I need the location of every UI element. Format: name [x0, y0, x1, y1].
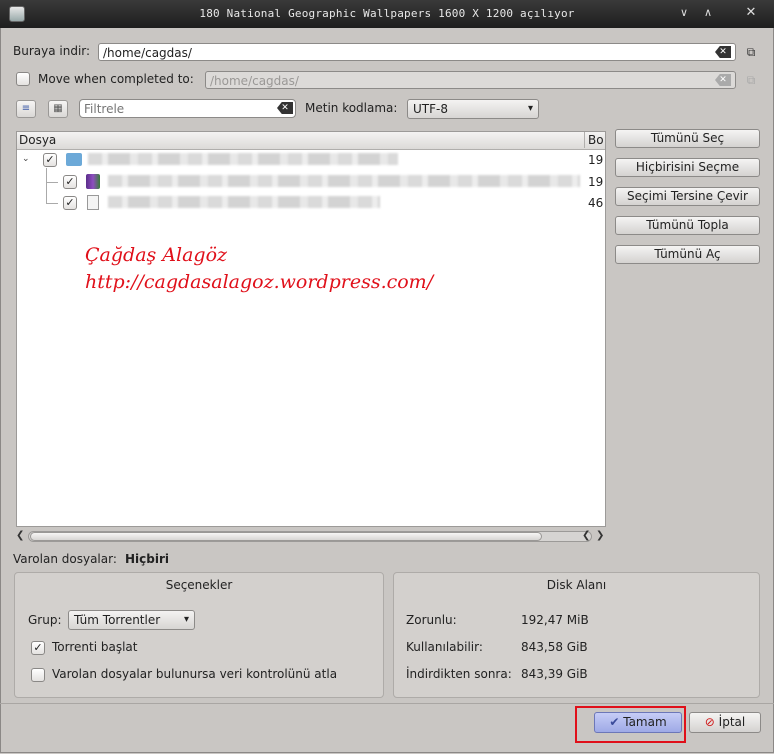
tree-line: [46, 168, 47, 204]
folder-icon: [66, 153, 82, 166]
cancel-label: İptal: [718, 715, 746, 729]
row-name-redacted: [108, 196, 380, 208]
column-header-size[interactable]: Bo: [588, 133, 604, 147]
after-download-label: İndirdikten sonra:: [406, 667, 512, 681]
group-value: Tüm Torrentler: [74, 613, 161, 627]
close-icon[interactable]: ✕: [743, 6, 759, 20]
move-checkbox[interactable]: [16, 72, 30, 86]
group-select[interactable]: Tüm Torrentler ▾: [68, 610, 195, 630]
scrollbar-thumb[interactable]: [30, 532, 542, 541]
existing-files-value: Hiçbiri: [125, 552, 170, 566]
row-size: 19: [588, 153, 604, 167]
details-view-icon[interactable]: ▦: [48, 100, 68, 118]
row-checkbox[interactable]: ✓: [43, 153, 57, 167]
archive-icon: [86, 174, 100, 189]
required-label: Zorunlu:: [406, 613, 457, 627]
expander-icon[interactable]: ⌄: [22, 154, 30, 164]
horizontal-scrollbar[interactable]: ❮ ❮ ❯: [16, 529, 606, 544]
column-header-file[interactable]: Dosya: [19, 133, 56, 147]
required-value: 192,47 MiB: [521, 613, 589, 627]
scroll-right-icon[interactable]: ❯: [596, 530, 604, 541]
watermark-name: Çağdaş Alagöz: [85, 244, 228, 266]
tree-line: [46, 203, 58, 204]
separator: [0, 703, 774, 704]
disk-title: Disk Alanı: [546, 578, 607, 592]
window-title: 180 National Geographic Wallpapers 1600 …: [199, 7, 575, 20]
options-title: Seçenekler: [165, 578, 233, 592]
row-checkbox[interactable]: ✓: [63, 175, 77, 189]
filter-input[interactable]: [79, 99, 296, 118]
existing-files-label: Varolan dosyalar:: [13, 552, 117, 566]
invert-selection-button[interactable]: Seçimi Tersine Çevir: [615, 187, 760, 206]
scroll-left-icon[interactable]: ❮: [16, 530, 24, 541]
start-torrent-label[interactable]: Torrenti başlat: [52, 640, 137, 654]
row-checkbox[interactable]: ✓: [63, 196, 77, 210]
row-name-redacted: [88, 153, 398, 165]
chevron-down-icon: ▾: [183, 614, 189, 625]
highlight-box: [575, 706, 686, 743]
select-none-button[interactable]: Hiçbirisini Seçme: [615, 158, 760, 177]
cancel-button[interactable]: ⊘ İptal: [689, 712, 761, 733]
scroll-left-icon[interactable]: ❮: [582, 530, 590, 541]
available-label: Kullanılabilir:: [406, 640, 483, 654]
start-torrent-checkbox[interactable]: ✓: [31, 641, 45, 655]
text-file-icon: [87, 195, 99, 210]
download-label: Buraya indir:: [13, 44, 91, 58]
move-path-input[interactable]: /home/cagdas/: [205, 71, 736, 89]
file-tree-header: Dosya Bo: [17, 132, 605, 150]
download-path-input[interactable]: /home/cagdas/: [98, 43, 736, 61]
select-all-button[interactable]: Tümünü Seç: [615, 129, 760, 148]
chevron-down-icon: ▾: [527, 103, 533, 114]
collapse-all-button[interactable]: Tümünü Topla: [615, 216, 760, 235]
skip-check-checkbox[interactable]: [31, 668, 45, 682]
move-label: Move when completed to:: [38, 72, 194, 86]
skip-check-label[interactable]: Varolan dosyalar bulunursa veri kontrolü…: [52, 667, 337, 681]
available-value: 843,58 GiB: [521, 640, 588, 654]
list-view-icon[interactable]: ≡: [16, 100, 36, 118]
file-tree[interactable]: [16, 131, 606, 527]
disk-space-group: Disk Alanı Zorunlu: 192,47 MiB Kullanıla…: [393, 572, 760, 698]
encoding-value: UTF-8: [413, 102, 448, 116]
group-label: Grup:: [28, 613, 62, 627]
copy-icon: ⧉: [746, 73, 756, 87]
expand-all-button[interactable]: Tümünü Aç: [615, 245, 760, 264]
copy-icon[interactable]: ⧉: [744, 45, 758, 59]
row-name-redacted: [108, 175, 580, 187]
column-divider: [584, 132, 585, 148]
tree-line: [46, 182, 58, 183]
after-download-value: 843,39 GiB: [521, 667, 588, 681]
title-bar: 180 National Geographic Wallpapers 1600 …: [0, 0, 774, 28]
maximize-icon[interactable]: ∧: [700, 6, 716, 20]
row-size: 46: [588, 196, 604, 210]
encoding-label: Metin kodlama:: [305, 101, 398, 115]
watermark-url: http://cagdasalagoz.wordpress.com/: [85, 271, 434, 293]
row-size: 19: [588, 175, 604, 189]
options-group: Seçenekler Grup: Tüm Torrentler ▾ ✓ Torr…: [14, 572, 384, 698]
minimize-icon[interactable]: ∨: [676, 6, 692, 20]
cancel-icon: ⊘: [704, 715, 715, 729]
encoding-select[interactable]: UTF-8 ▾: [407, 99, 539, 119]
